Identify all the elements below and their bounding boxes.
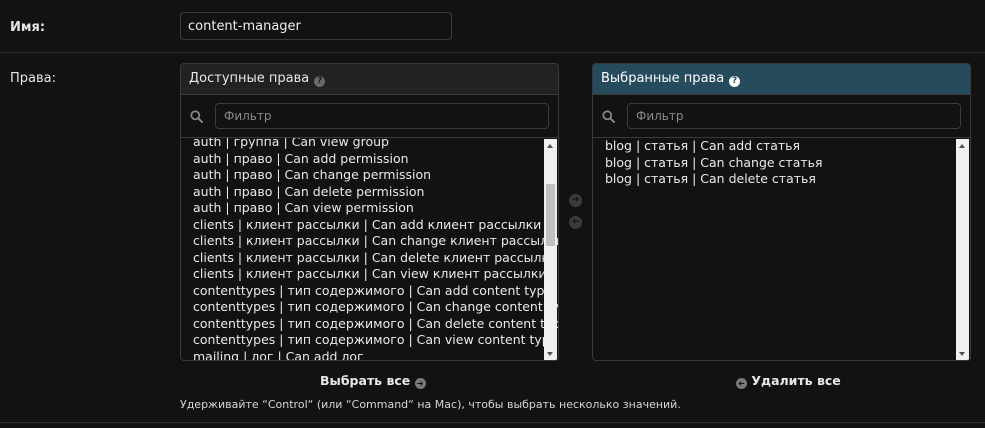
- scroll-down-icon[interactable]: [547, 352, 553, 356]
- name-label: Имя:: [10, 20, 46, 35]
- arrow-right-icon: ➜: [571, 195, 580, 205]
- search-icon: [602, 110, 615, 123]
- remove-selected-button[interactable]: ➜: [569, 216, 582, 229]
- help-icon[interactable]: ?: [729, 76, 741, 87]
- scroll-down-icon[interactable]: [959, 352, 965, 356]
- permission-option[interactable]: auth | право | Can view permission: [193, 200, 542, 217]
- name-input[interactable]: [180, 12, 452, 40]
- permission-option[interactable]: auth | право | Can add permission: [193, 151, 542, 168]
- permission-option[interactable]: mailing | лог | Can add лог: [193, 349, 542, 361]
- available-permissions-header: Доступные права?: [181, 64, 558, 95]
- permission-option[interactable]: blog | статья | Can add статья: [605, 138, 954, 155]
- help-text: Удерживайте “Control“ (или “Command“ на …: [180, 398, 681, 411]
- arrow-right-icon: ➜: [414, 378, 426, 389]
- row-divider: [0, 52, 985, 53]
- chosen-permissions-box: Выбранные права? blog | статья | Can add…: [592, 63, 971, 361]
- remove-all-link[interactable]: ➜ Удалить все: [736, 373, 841, 389]
- permission-option[interactable]: clients | клиент рассылки | Can view кли…: [193, 266, 547, 283]
- permission-option[interactable]: clients | клиент рассылки | Can add клие…: [193, 217, 542, 234]
- scroll-up-icon[interactable]: [547, 144, 553, 148]
- available-permissions-box: Доступные права? auth | группа | Can vie…: [180, 63, 559, 361]
- add-selected-button[interactable]: ➜: [569, 194, 582, 207]
- permission-option[interactable]: contenttypes | тип содержимого | Can del…: [193, 316, 558, 333]
- help-icon[interactable]: ?: [314, 76, 326, 87]
- available-permissions-title: Доступные права: [189, 71, 310, 86]
- chosen-permissions-header: Выбранные права?: [593, 64, 970, 95]
- chosen-permissions-title: Выбранные права: [601, 71, 725, 86]
- permission-option[interactable]: contenttypes | тип содержимого | Can cha…: [193, 299, 558, 316]
- chosen-permissions-list[interactable]: blog | статья | Can add статья blog | ста…: [593, 138, 970, 360]
- chosen-scrollbar[interactable]: [956, 139, 969, 360]
- permission-option[interactable]: clients | клиент рассылки | Can change к…: [193, 233, 558, 250]
- chosen-filter-input[interactable]: [627, 103, 961, 129]
- choose-all-label: Выбрать все: [320, 373, 411, 388]
- available-scrollbar[interactable]: [544, 139, 557, 360]
- scroll-thumb[interactable]: [546, 184, 555, 246]
- choose-all-link[interactable]: Выбрать все ➜: [320, 373, 426, 389]
- arrow-left-icon: ➜: [736, 378, 747, 389]
- search-icon: [190, 110, 203, 123]
- row-divider: [0, 422, 985, 423]
- permissions-label: Права:: [10, 71, 57, 86]
- permission-option[interactable]: contenttypes | тип содержимого | Can add…: [193, 283, 552, 300]
- permission-option[interactable]: clients | клиент рассылки | Can delete к…: [193, 250, 557, 267]
- permission-option[interactable]: auth | группа | Can view group: [193, 138, 542, 151]
- available-filter-row: [181, 95, 558, 138]
- remove-all-label: Удалить все: [751, 373, 841, 388]
- permission-option[interactable]: blog | статья | Can delete статья: [605, 171, 954, 188]
- available-permissions-list[interactable]: auth | группа | Can view group auth | пра…: [181, 138, 558, 361]
- permission-option[interactable]: blog | статья | Can change статья: [605, 155, 954, 172]
- scroll-up-icon[interactable]: [959, 144, 965, 148]
- permission-option[interactable]: contenttypes | тип содержимого | Can vie…: [193, 332, 557, 349]
- chosen-filter-row: [593, 95, 970, 138]
- available-filter-input[interactable]: [215, 103, 549, 129]
- arrow-left-icon: ➜: [571, 217, 580, 227]
- permission-option[interactable]: auth | право | Can change permission: [193, 167, 542, 184]
- permission-option[interactable]: auth | право | Can delete permission: [193, 184, 542, 201]
